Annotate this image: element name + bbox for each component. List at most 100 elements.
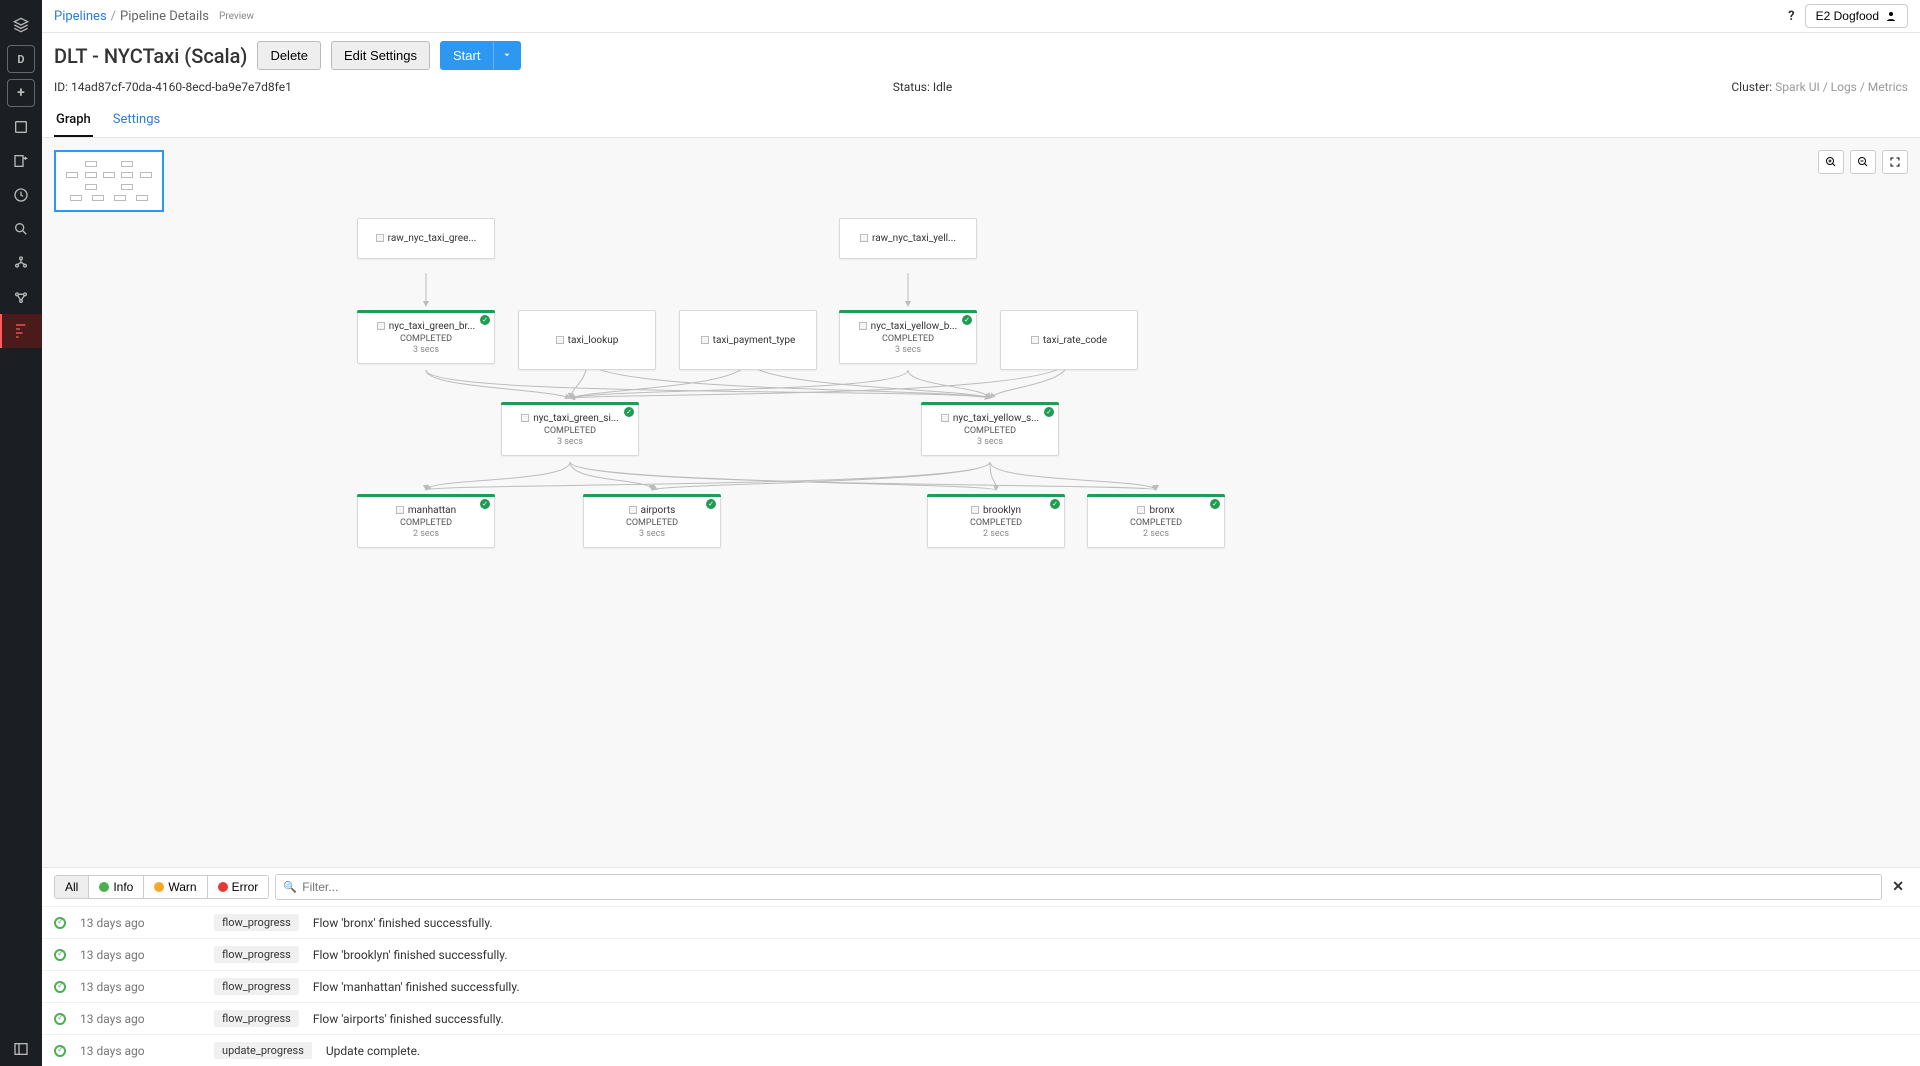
start-dropdown-button[interactable] (493, 41, 521, 70)
check-icon: ✓ (480, 315, 490, 325)
table-icon (941, 414, 949, 422)
node-yellow-silver[interactable]: ✓nyc_taxi_yellow_s...COMPLETED3 secs (921, 402, 1059, 456)
sidebar-item-search[interactable] (0, 212, 42, 246)
node-brooklyn[interactable]: ✓brooklynCOMPLETED2 secs (927, 494, 1065, 548)
id-value: 14ad87cf-70da-4160-8ecd-ba9e7e7d8fe1 (71, 80, 292, 94)
node-rate-code[interactable]: taxi_rate_code (1000, 310, 1138, 370)
log-type-badge: update_progress (214, 1042, 312, 1059)
sidebar-item-workspace[interactable] (0, 110, 42, 144)
status-value: Idle (933, 80, 952, 94)
log-filter-group: All Info Warn Error (54, 875, 269, 899)
chevron-down-icon (502, 50, 512, 60)
log-row[interactable]: 13 days ago flow_progress Flow 'bronx' f… (42, 906, 1920, 938)
node-green-silver[interactable]: ✓nyc_taxi_green_si...COMPLETED3 secs (501, 402, 639, 456)
success-icon (54, 1045, 66, 1057)
table-icon (1031, 336, 1039, 344)
log-type-badge: flow_progress (214, 946, 299, 963)
node-yellow-bronze[interactable]: ✓nyc_taxi_yellow_b...COMPLETED3 secs (839, 310, 977, 364)
sidebar-item-data[interactable]: D (7, 45, 35, 73)
breadcrumb-root[interactable]: Pipelines (54, 9, 107, 24)
table-icon (396, 506, 404, 514)
sidebar-item-create[interactable]: + (7, 79, 35, 107)
table-icon (629, 506, 637, 514)
tab-graph[interactable]: Graph (54, 104, 93, 137)
table-icon (521, 414, 529, 422)
node-bronx[interactable]: ✓bronxCOMPLETED2 secs (1087, 494, 1225, 548)
sidebar-item-jobs[interactable] (0, 246, 42, 280)
log-row[interactable]: 13 days ago update_progress Update compl… (42, 1034, 1920, 1066)
cluster-label: Cluster: (1731, 80, 1772, 94)
warn-icon (154, 882, 164, 892)
zoom-out-button[interactable] (1850, 150, 1876, 174)
filter-all-button[interactable]: All (55, 876, 89, 898)
sidebar-item-pipelines[interactable] (0, 314, 42, 348)
check-icon: ✓ (706, 499, 716, 509)
table-icon (377, 322, 385, 330)
delete-button[interactable]: Delete (257, 41, 321, 70)
tab-settings[interactable]: Settings (111, 104, 162, 137)
zoom-in-button[interactable] (1818, 150, 1844, 174)
error-icon (218, 882, 228, 892)
sidebar-item-recents[interactable] (0, 178, 42, 212)
help-icon[interactable]: ? (1788, 9, 1794, 24)
table-icon (1137, 506, 1145, 514)
check-icon: ✓ (1044, 407, 1054, 417)
check-icon: ✓ (1050, 499, 1060, 509)
filter-info-button[interactable]: Info (89, 876, 144, 898)
table-icon (556, 336, 564, 344)
edit-settings-button[interactable]: Edit Settings (331, 41, 430, 70)
preview-badge: Preview (219, 11, 254, 22)
log-type-badge: flow_progress (214, 914, 299, 931)
close-log-panel-button[interactable]: ✕ (1888, 879, 1908, 895)
title-row: DLT - NYCTaxi (Scala) Delete Edit Settin… (42, 33, 1920, 74)
table-icon (701, 336, 709, 344)
filter-warn-button[interactable]: Warn (144, 876, 207, 898)
log-time: 13 days ago (80, 980, 200, 994)
sidebar-logo[interactable] (0, 8, 42, 42)
zoom-fit-button[interactable] (1882, 150, 1908, 174)
filter-error-button[interactable]: Error (208, 876, 269, 898)
success-icon (54, 917, 66, 929)
expand-icon (1889, 156, 1901, 168)
log-time: 13 days ago (80, 948, 200, 962)
graph-area[interactable]: raw_nyc_taxi_gree... raw_nyc_taxi_yell..… (42, 138, 1920, 867)
node-green-bronze[interactable]: ✓nyc_taxi_green_br...COMPLETED3 secs (357, 310, 495, 364)
node-taxi-lookup[interactable]: taxi_lookup (518, 310, 656, 370)
log-time: 13 days ago (80, 1012, 200, 1026)
sidebar: D + (0, 0, 42, 1066)
user-label: E2 Dogfood (1816, 9, 1879, 23)
log-row[interactable]: 13 days ago flow_progress Flow 'airports… (42, 1002, 1920, 1034)
cluster-links[interactable]: Spark UI / Logs / Metrics (1775, 80, 1908, 94)
node-taxi-payment[interactable]: taxi_payment_type (679, 310, 817, 370)
log-filter-input[interactable] (275, 874, 1882, 900)
success-icon (54, 1013, 66, 1025)
table-icon (971, 506, 979, 514)
node-manhattan[interactable]: ✓manhattanCOMPLETED2 secs (357, 494, 495, 548)
check-icon: ✓ (962, 315, 972, 325)
start-button[interactable]: Start (440, 41, 493, 70)
log-message: Flow 'manhattan' finished successfully. (313, 980, 520, 994)
topbar: Pipelines / Pipeline Details Preview ? E… (42, 0, 1920, 33)
node-airports[interactable]: ✓airportsCOMPLETED3 secs (583, 494, 721, 548)
log-time: 13 days ago (80, 916, 200, 930)
log-message: Flow 'brooklyn' finished successfully. (313, 948, 508, 962)
sidebar-item-panel[interactable] (0, 1032, 42, 1066)
node-raw-green[interactable]: raw_nyc_taxi_gree... (357, 218, 495, 259)
status-label: Status: (893, 80, 930, 94)
table-icon (376, 234, 384, 242)
minimap[interactable] (54, 150, 164, 212)
log-panel: All Info Warn Error 🔍 ✕ 13 days ago flow… (42, 867, 1920, 1066)
log-type-badge: flow_progress (214, 978, 299, 995)
check-icon: ✓ (480, 499, 490, 509)
log-message: Flow 'bronx' finished successfully. (313, 916, 493, 930)
node-raw-yellow[interactable]: raw_nyc_taxi_yell... (839, 218, 977, 259)
log-type-badge: flow_progress (214, 1010, 299, 1027)
meta-row: ID: 14ad87cf-70da-4160-8ecd-ba9e7e7d8fe1… (42, 74, 1920, 104)
user-menu-button[interactable]: E2 Dogfood (1805, 4, 1908, 28)
sidebar-item-repos[interactable] (0, 144, 42, 178)
log-row[interactable]: 13 days ago flow_progress Flow 'brooklyn… (42, 938, 1920, 970)
zoom-out-icon (1857, 156, 1869, 168)
log-row[interactable]: 13 days ago flow_progress Flow 'manhatta… (42, 970, 1920, 1002)
sidebar-item-compute[interactable] (0, 280, 42, 314)
breadcrumb-current: Pipeline Details (120, 9, 209, 24)
